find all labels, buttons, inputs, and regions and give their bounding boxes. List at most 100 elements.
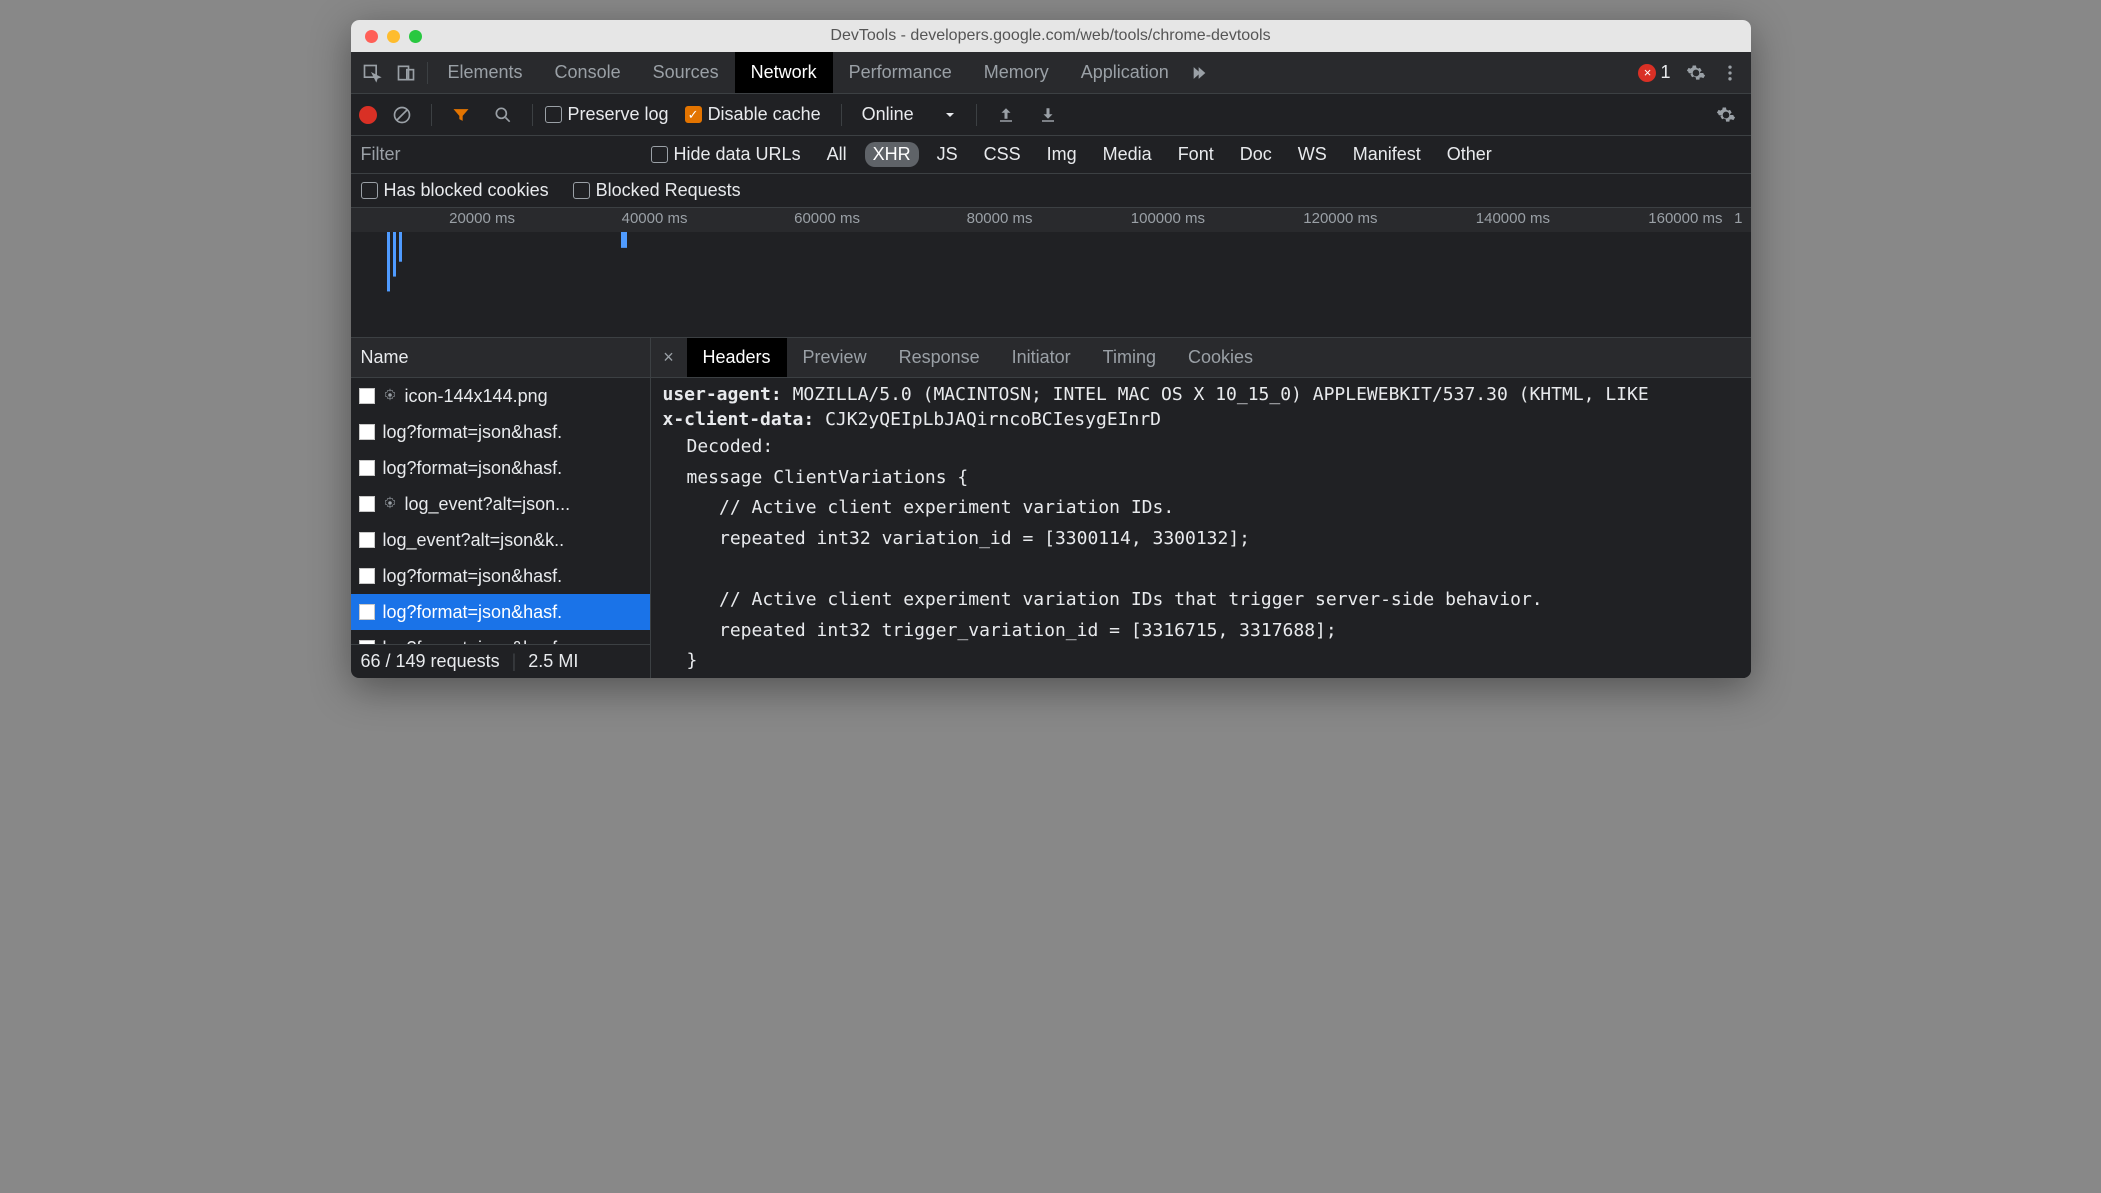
tab-sources[interactable]: Sources: [637, 52, 735, 93]
filter-type-ws[interactable]: WS: [1290, 142, 1335, 167]
filter-type-xhr[interactable]: XHR: [865, 142, 919, 167]
detail-tab-preview[interactable]: Preview: [787, 338, 883, 377]
request-list-header[interactable]: Name: [351, 338, 650, 378]
header-x-client-data-value: CJK2yQEIpLbJAQirncoBCIesygEInrD: [825, 409, 1161, 430]
kebab-menu-icon[interactable]: [1713, 56, 1747, 90]
hide-data-urls-label: Hide data URLs: [674, 144, 801, 165]
minimize-window-button[interactable]: [387, 30, 400, 43]
maximize-window-button[interactable]: [409, 30, 422, 43]
blocked-requests-checkbox[interactable]: Blocked Requests: [573, 180, 741, 201]
disable-cache-checkbox[interactable]: Disable cache: [685, 104, 821, 125]
filter-type-doc[interactable]: Doc: [1232, 142, 1280, 167]
divider: [431, 104, 432, 126]
timeline-tick: 100000 ms: [1041, 210, 1214, 227]
request-row[interactable]: log?format=json&hasf.: [351, 558, 650, 594]
divider: [427, 62, 428, 84]
timeline-tick: 60000 ms: [696, 210, 869, 227]
request-row[interactable]: log_event?alt=json...: [351, 486, 650, 522]
close-detail-icon[interactable]: ×: [651, 347, 687, 368]
settings-icon[interactable]: [1679, 56, 1713, 90]
timeline-tick: 160000 ms: [1558, 210, 1731, 227]
timeline-tick: 1: [1731, 210, 1751, 227]
timeline-tick: 80000 ms: [868, 210, 1041, 227]
preserve-log-checkbox[interactable]: Preserve log: [545, 104, 669, 125]
close-window-button[interactable]: [365, 30, 378, 43]
timeline-tick: 140000 ms: [1386, 210, 1559, 227]
file-icon: [359, 496, 375, 512]
filter-type-all[interactable]: All: [819, 142, 855, 167]
request-list: Name icon-144x144.pnglog?format=json&has…: [351, 338, 651, 678]
status-requests: 66 / 149 requests: [361, 651, 500, 672]
tab-memory[interactable]: Memory: [968, 52, 1065, 93]
network-settings-icon[interactable]: [1709, 98, 1743, 132]
detail-tab-response[interactable]: Response: [883, 338, 996, 377]
headers-panel[interactable]: user-agent: MOZILLA/5.0 (MACINTOSN; INTE…: [651, 378, 1751, 678]
request-row[interactable]: log?format=json&hasf.: [351, 630, 650, 644]
header-user-agent-value: MOZILLA/5.0 (MACINTOSN; INTEL MAC OS X 1…: [793, 384, 1649, 405]
detail-tab-cookies[interactable]: Cookies: [1172, 338, 1269, 377]
request-row[interactable]: log_event?alt=json&k..: [351, 522, 650, 558]
detail-tab-initiator[interactable]: Initiator: [996, 338, 1087, 377]
tab-application[interactable]: Application: [1065, 52, 1185, 93]
timeline-tick: 40000 ms: [523, 210, 696, 227]
file-icon: [359, 532, 375, 548]
detail-tabs: × Headers Preview Response Initiator Tim…: [651, 338, 1751, 378]
inspect-element-icon[interactable]: [355, 56, 389, 90]
request-name: log?format=json&hasf.: [383, 458, 563, 479]
clear-icon[interactable]: [385, 98, 419, 132]
filter-type-js[interactable]: JS: [929, 142, 966, 167]
request-name: log_event?alt=json...: [405, 494, 571, 515]
filter-type-img[interactable]: Img: [1039, 142, 1085, 167]
tab-console[interactable]: Console: [539, 52, 637, 93]
upload-har-icon[interactable]: [989, 98, 1023, 132]
timeline-tick: 20000 ms: [351, 210, 524, 227]
tab-network[interactable]: Network: [735, 52, 833, 93]
request-row[interactable]: icon-144x144.png: [351, 378, 650, 414]
gear-icon: [383, 386, 397, 407]
detail-tab-headers[interactable]: Headers: [687, 338, 787, 377]
file-icon: [359, 424, 375, 440]
tab-performance[interactable]: Performance: [833, 52, 968, 93]
filter-type-manifest[interactable]: Manifest: [1345, 142, 1429, 167]
timeline-tick: 120000 ms: [1213, 210, 1386, 227]
header-x-client-data-name: x-client-data:: [663, 409, 815, 430]
tab-elements[interactable]: Elements: [432, 52, 539, 93]
filter-input[interactable]: Filter: [361, 144, 641, 165]
device-toolbar-icon[interactable]: [389, 56, 423, 90]
chevron-down-icon: [944, 109, 956, 121]
window-controls: [351, 30, 422, 43]
filter-type-font[interactable]: Font: [1170, 142, 1222, 167]
request-row[interactable]: log?format=json&hasf.: [351, 594, 650, 630]
more-tabs-icon[interactable]: [1185, 56, 1219, 90]
timeline-body: [351, 232, 1751, 337]
request-items: icon-144x144.pnglog?format=json&hasf.log…: [351, 378, 650, 644]
filter-type-media[interactable]: Media: [1095, 142, 1160, 167]
filter-type-other[interactable]: Other: [1439, 142, 1500, 167]
timeline-ticks: 20000 ms 40000 ms 60000 ms 80000 ms 1000…: [351, 208, 1751, 227]
request-row[interactable]: log?format=json&hasf.: [351, 450, 650, 486]
hide-data-urls-checkbox[interactable]: Hide data URLs: [651, 144, 801, 165]
divider: [841, 104, 842, 126]
timeline-overview[interactable]: 20000 ms 40000 ms 60000 ms 80000 ms 1000…: [351, 208, 1751, 338]
file-icon: [359, 388, 375, 404]
detail-tab-timing[interactable]: Timing: [1087, 338, 1172, 377]
request-row[interactable]: log?format=json&hasf.: [351, 414, 650, 450]
has-blocked-cookies-checkbox[interactable]: Has blocked cookies: [361, 180, 549, 201]
filter-type-css[interactable]: CSS: [976, 142, 1029, 167]
devtools-window: DevTools - developers.google.com/web/too…: [351, 20, 1751, 678]
download-har-icon[interactable]: [1031, 98, 1065, 132]
disable-cache-label: Disable cache: [708, 104, 821, 125]
request-detail: × Headers Preview Response Initiator Tim…: [651, 338, 1751, 678]
window-title: DevTools - developers.google.com/web/too…: [351, 27, 1751, 45]
filter-icon[interactable]: [444, 98, 478, 132]
error-badge-icon[interactable]: ×: [1638, 64, 1656, 82]
throttling-select[interactable]: Online: [854, 104, 964, 125]
status-transfer: 2.5 MI: [528, 651, 578, 672]
file-icon: [359, 568, 375, 584]
titlebar: DevTools - developers.google.com/web/too…: [351, 20, 1751, 52]
divider: [532, 104, 533, 126]
search-icon[interactable]: [486, 98, 520, 132]
network-toolbar: Preserve log Disable cache Online: [351, 94, 1751, 136]
error-count[interactable]: 1: [1660, 62, 1670, 83]
record-button[interactable]: [359, 106, 377, 124]
